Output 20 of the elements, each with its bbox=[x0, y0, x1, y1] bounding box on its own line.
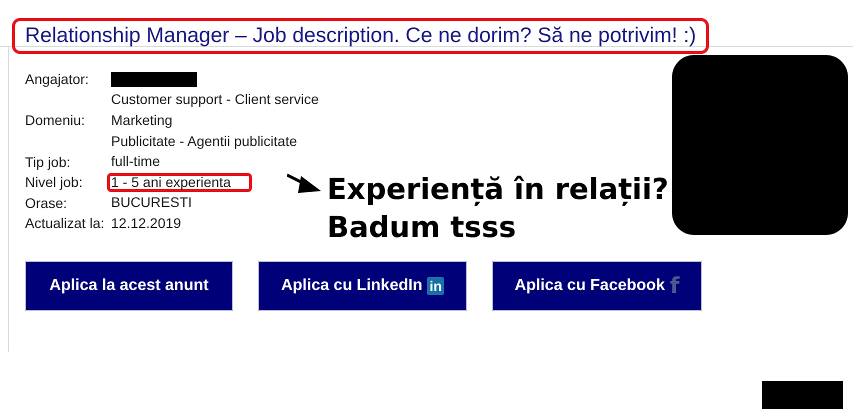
detail-label: Nivel job: bbox=[25, 174, 84, 190]
detail-value: Marketing bbox=[110, 110, 174, 130]
apply-button[interactable]: Aplica la acest anunt bbox=[25, 261, 233, 311]
detail-value: Publicitate - Agentii publicitate bbox=[110, 132, 298, 151]
detail-label: Tip job: bbox=[25, 154, 72, 170]
detail-value: full-time bbox=[110, 152, 162, 172]
detail-label: Angajator: bbox=[25, 71, 90, 88]
annotation-text: Experiență în relații? Badum tsss bbox=[327, 171, 669, 246]
linkedin-icon: in bbox=[427, 277, 444, 295]
detail-label: Domeniu: bbox=[25, 112, 86, 128]
detail-value: BUCURESTI bbox=[110, 193, 193, 212]
facebook-icon: f bbox=[670, 274, 680, 298]
detail-value: Customer support - Client service bbox=[110, 90, 320, 110]
apply-button[interactable]: Aplica cu LinkedIn in bbox=[258, 261, 467, 311]
apply-button[interactable]: Aplica cu Facebook f bbox=[492, 261, 702, 311]
job-title: Relationship Manager – Job description. Ce ne dorim? Să ne potrivim! :) bbox=[12, 18, 710, 54]
detail-label: Actualizat la: bbox=[25, 215, 106, 232]
highlighted-value: 1 - 5 ani experienta bbox=[107, 172, 252, 192]
detail-value: 12.12.2019 bbox=[110, 214, 182, 233]
detail-label: Orase: bbox=[25, 194, 68, 211]
